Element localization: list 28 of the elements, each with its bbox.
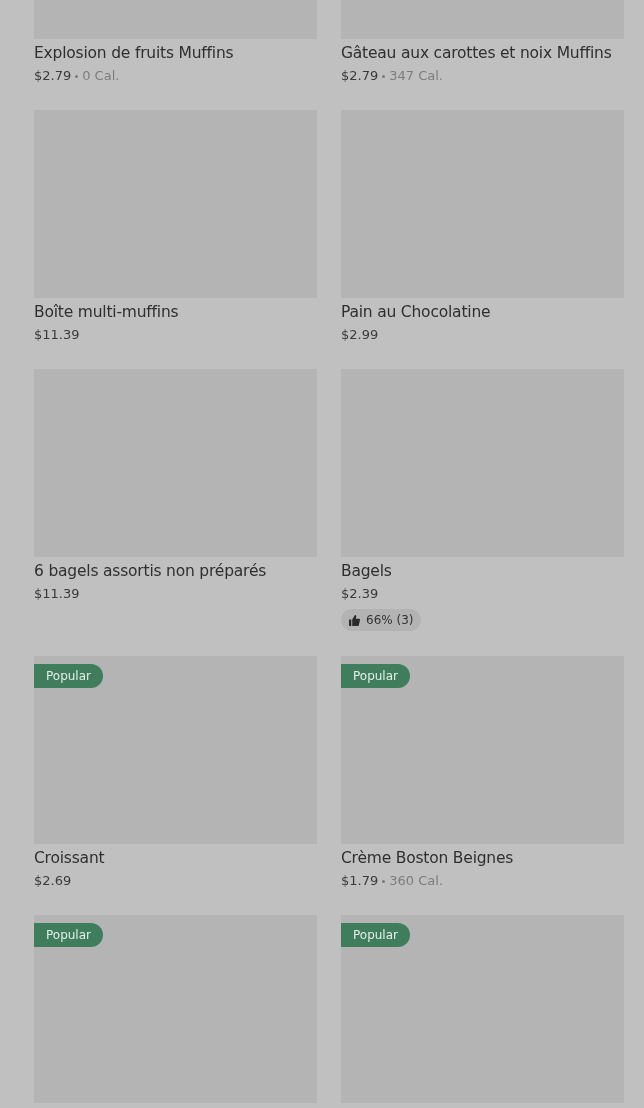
- item-calories: 347 Cal.: [389, 67, 443, 85]
- item-name: Pain au Chocolatine: [341, 302, 491, 322]
- item-price: $2.79: [34, 67, 72, 85]
- item-name: Boîte multi-muffins: [34, 302, 179, 322]
- item-name: Croissant: [34, 848, 105, 868]
- item-price: $2.69: [34, 872, 72, 890]
- item-name: 6 bagels assortis non préparés: [34, 561, 267, 581]
- item-calories: 0 Cal.: [82, 67, 120, 85]
- item-name: Bagels: [341, 561, 392, 581]
- item-price: $2.79: [341, 67, 379, 85]
- item-name: Crème Boston Beignes: [341, 848, 514, 868]
- separator-dot-icon: [75, 74, 79, 78]
- popular-badge: Popular: [34, 923, 103, 947]
- popular-badge: Popular: [34, 664, 103, 688]
- item-name: Explosion de fruits Muffins: [34, 43, 234, 63]
- item-price: $11.39: [34, 326, 80, 344]
- separator-dot-icon: [382, 74, 386, 78]
- item-price: $2.39: [341, 585, 379, 603]
- popular-badge: Popular: [341, 664, 410, 688]
- rating-text: 66% (3): [366, 613, 414, 627]
- item-price: $11.39: [34, 585, 80, 603]
- thumbs-up-icon: [349, 614, 360, 626]
- popular-badge: Popular: [341, 923, 410, 947]
- item-calories: 360 Cal.: [389, 872, 443, 890]
- item-name: Gâteau aux carottes et noix Muffins: [341, 43, 612, 63]
- separator-dot-icon: [382, 879, 386, 883]
- item-price: $1.79: [341, 872, 379, 890]
- item-price: $2.99: [341, 326, 379, 344]
